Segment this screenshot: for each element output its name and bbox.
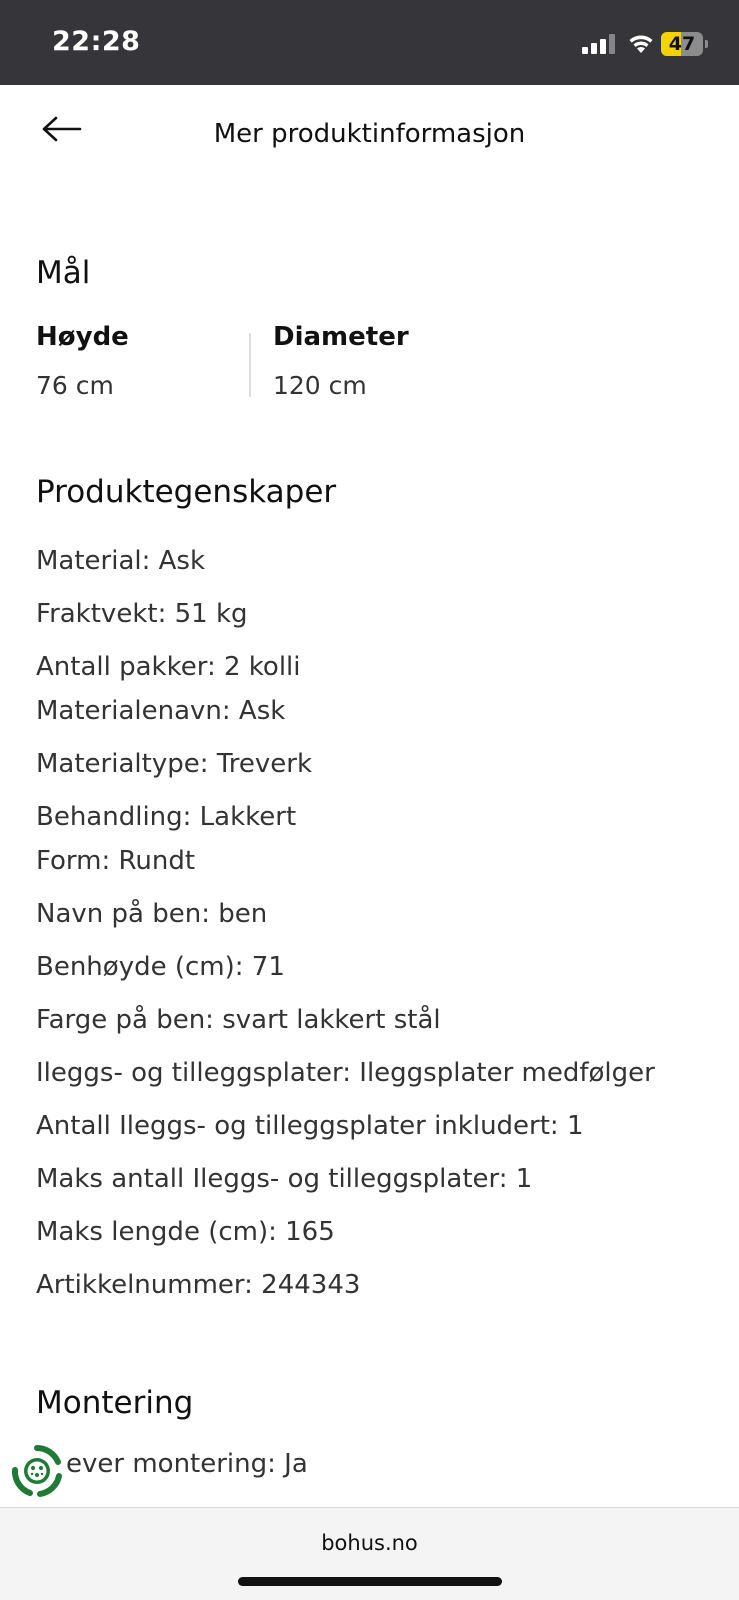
property-item: Behandling: Lakkert [36,802,297,832]
property-item: Artikkelnummer: 244343 [36,1270,361,1300]
assembly-item: ever montering: Ja [66,1449,308,1479]
property-item: Farge på ben: svart lakkert stål [36,1005,441,1035]
home-indicator[interactable] [238,1577,502,1586]
property-item: Ileggs- og tilleggsplater: Ileggsplater … [36,1058,655,1088]
height-value: 76 cm [36,371,114,400]
property-item: Antall pakker: 2 kolli [36,652,301,682]
dimensions-heading: Mål [36,255,91,291]
property-item: Materialtype: Treverk [36,749,313,779]
page-header: Mer produktinformasjon [0,85,739,185]
page-title: Mer produktinformasjon [213,119,526,149]
diameter-label: Diameter [273,322,409,352]
assembly-heading: Montering [36,1385,194,1421]
battery-icon: 47 [661,32,708,56]
browser-bar: bohus.no [0,1507,739,1600]
property-item: Maks antall Ileggs- og tilleggsplater: 1 [36,1164,533,1194]
property-item: Materialenavn: Ask [36,696,286,726]
battery-level: 47 [668,33,696,55]
status-bar: 22:28 47 [0,0,739,85]
wifi-icon [629,35,653,53]
property-item: Material: Ask [36,546,206,576]
dimension-divider [249,333,251,397]
property-item: Fraktvekt: 51 kg [36,599,248,629]
height-label: Høyde [36,322,129,352]
url-display[interactable]: bohus.no [0,1531,739,1555]
property-item: Antall Ileggs- og tilleggsplater inklude… [36,1111,584,1141]
property-item: Navn på ben: ben [36,899,268,929]
property-item: Form: Rundt [36,846,196,876]
property-item: Maks lengde (cm): 165 [36,1217,335,1247]
eco-badge-icon[interactable] [10,1444,64,1498]
diameter-value: 120 cm [273,371,367,400]
properties-heading: Produktegenskaper [36,474,337,510]
property-item: Benhøyde (cm): 71 [36,952,285,982]
signal-icon [582,34,616,54]
status-time: 22:28 [52,26,141,57]
